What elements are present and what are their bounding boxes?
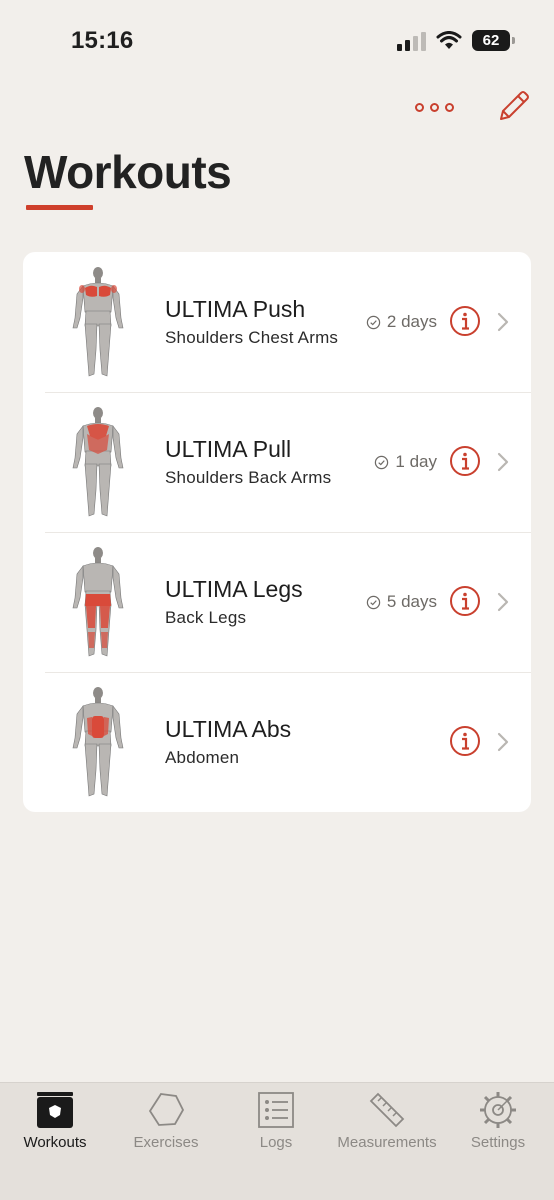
- check-circle-icon: [366, 595, 381, 609]
- body-figure-icon: [72, 267, 124, 377]
- workouts-icon: [36, 1091, 74, 1129]
- tab-logs[interactable]: Logs: [221, 1083, 331, 1163]
- tab-settings[interactable]: Settings: [443, 1083, 553, 1163]
- workout-muscles: Shoulders Back Arms: [165, 468, 332, 487]
- title-underline: [26, 205, 93, 210]
- tab-label: Logs: [259, 1134, 293, 1151]
- info-icon[interactable]: [449, 585, 481, 617]
- tab-exercises[interactable]: Exercises: [111, 1083, 221, 1163]
- workout-muscles: Back Legs: [165, 608, 247, 627]
- workout-title: ULTIMA Abs: [165, 716, 292, 742]
- more-button[interactable]: [415, 89, 454, 125]
- last-performed-text: 2 days: [386, 312, 437, 331]
- hexagon-icon: [147, 1091, 185, 1129]
- ruler-icon: [368, 1091, 406, 1129]
- workout-title: ULTIMA Legs: [165, 576, 303, 602]
- list-icon: [257, 1091, 295, 1129]
- workout-muscles: Shoulders Chest Arms: [165, 328, 339, 347]
- top-actions: [415, 88, 532, 126]
- workout-row[interactable]: ULTIMA Legs Back Legs 5 days: [23, 532, 531, 672]
- check-circle-icon: [366, 315, 381, 329]
- tab-label: Exercises: [133, 1134, 199, 1151]
- gear-icon: [479, 1091, 517, 1129]
- edit-button[interactable]: [494, 88, 532, 126]
- body-figure-icon: [72, 687, 124, 797]
- tab-measurements[interactable]: Measurements: [332, 1083, 442, 1163]
- body-figure-icon: [72, 407, 124, 517]
- status-icons: 62: [397, 30, 515, 51]
- info-icon[interactable]: [449, 445, 481, 477]
- last-performed: 1 day: [374, 452, 437, 472]
- workouts-list: ULTIMA Push Shoulders Chest Arms 2 days: [23, 252, 531, 812]
- cellular-signal-icon: [397, 31, 426, 51]
- last-performed: 5 days: [366, 592, 437, 612]
- body-figure-icon: [72, 547, 124, 657]
- wifi-icon: [436, 30, 462, 49]
- status-time: 15:16: [71, 27, 134, 54]
- pencil-icon: [500, 91, 529, 120]
- tab-label: Settings: [470, 1134, 526, 1151]
- workout-muscles: Abdomen: [165, 748, 240, 767]
- workout-row[interactable]: ULTIMA Abs Abdomen: [23, 672, 531, 812]
- workout-row[interactable]: ULTIMA Push Shoulders Chest Arms 2 days: [23, 252, 531, 392]
- workout-title: ULTIMA Push: [165, 296, 306, 322]
- tab-bar: Workouts Exercises Logs Measurements Set…: [0, 1082, 554, 1200]
- info-icon[interactable]: [449, 725, 481, 757]
- tab-workouts[interactable]: Workouts: [0, 1083, 110, 1163]
- chevron-right-icon: [497, 312, 509, 332]
- check-circle-icon: [375, 455, 389, 469]
- workout-title: ULTIMA Pull: [165, 436, 292, 462]
- battery-level: 62: [482, 32, 500, 49]
- last-performed-text: 1 day: [395, 452, 437, 471]
- chevron-right-icon: [497, 592, 509, 612]
- battery-icon: 62: [472, 30, 515, 51]
- chevron-right-icon: [497, 732, 509, 752]
- last-performed: 2 days: [366, 312, 437, 332]
- tab-label: Measurements: [337, 1134, 437, 1151]
- info-icon[interactable]: [449, 305, 481, 337]
- last-performed-text: 5 days: [386, 592, 437, 611]
- chevron-right-icon: [497, 452, 509, 472]
- tab-label: Workouts: [23, 1134, 87, 1151]
- page-title: Workouts: [24, 146, 232, 198]
- workout-row[interactable]: ULTIMA Pull Shoulders Back Arms 1 day: [23, 392, 531, 532]
- status-bar: 15:16 62: [0, 0, 554, 84]
